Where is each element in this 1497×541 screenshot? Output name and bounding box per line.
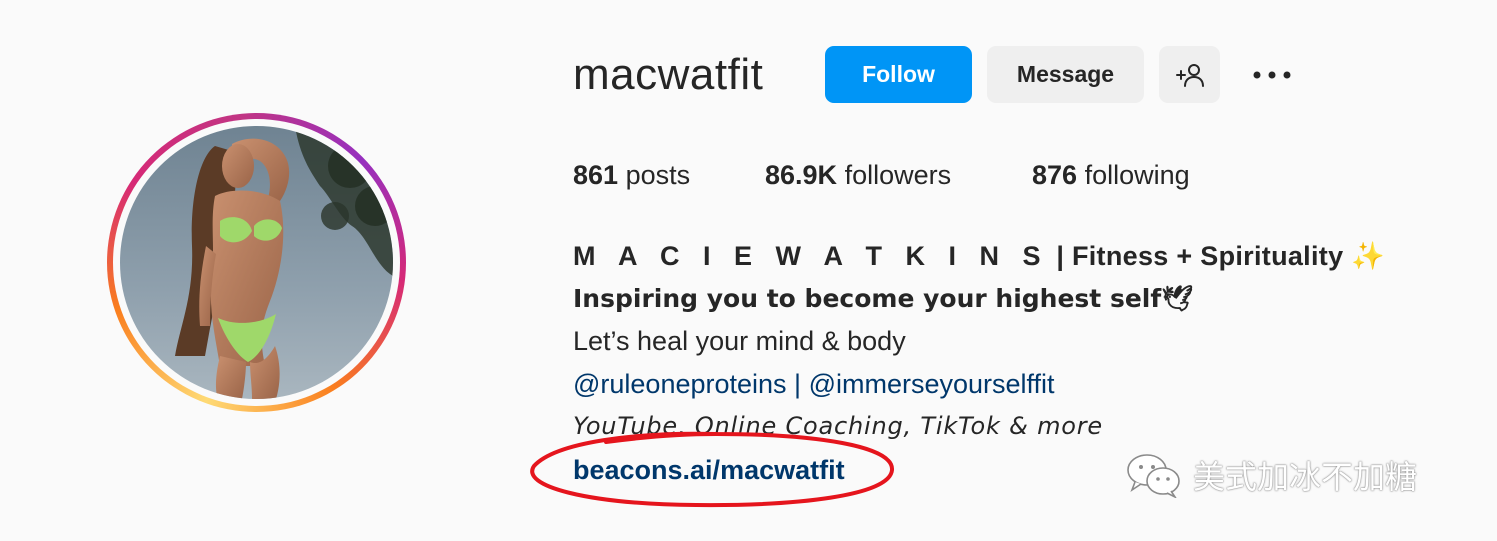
mention-link[interactable]: @immerseyourselffit [809, 369, 1055, 399]
add-user-icon [1175, 63, 1204, 87]
avatar[interactable] [120, 126, 393, 399]
story-ring[interactable] [107, 113, 406, 412]
mention-link[interactable]: @ruleoneproteins [573, 369, 787, 399]
avatar-gap [113, 119, 400, 406]
bio-name-rest: | Fitness + Spirituality ✨ [1056, 241, 1386, 271]
more-options-icon [1253, 71, 1291, 79]
following-stat[interactable]: 876 following [1032, 160, 1190, 191]
following-label: following [1084, 160, 1190, 190]
posts-stat: 861 posts [573, 160, 690, 191]
more-options-button[interactable] [1248, 58, 1296, 92]
follow-button[interactable]: Follow [825, 46, 972, 103]
watermark-text: 美式加冰不加糖 [1193, 458, 1418, 496]
message-button[interactable]: Message [987, 46, 1144, 103]
profile-username: macwatfit [573, 50, 764, 99]
bio-name: M A C I E W A T K I N S | Fitness + Spir… [573, 240, 1385, 272]
bio-text: Let’s heal your mind & body [573, 326, 906, 356]
profile-page: macwatfit Follow Message 861 posts 86.9K… [0, 0, 1497, 541]
bio-tagline: Inspiring you to become your highest sel… [573, 284, 1193, 313]
posts-label: posts [625, 160, 691, 190]
bio-name-spaced: M A C I E W A T K I N S [573, 241, 1049, 271]
followers-label: followers [844, 160, 952, 190]
bio-external-link[interactable]: beacons.ai/macwatfit [573, 455, 845, 486]
suggest-users-button[interactable] [1159, 46, 1220, 103]
followers-count: 86.9K [765, 160, 838, 190]
mention-separator: | [786, 369, 809, 399]
posts-count: 861 [573, 160, 619, 190]
bio-italic-text: YouTube, Online Coaching, TikTok & more [573, 412, 1103, 440]
watermark: 美式加冰不加糖 [1125, 452, 1417, 498]
bio-mentions: @ruleoneproteins | @immerseyourselffit [573, 369, 1055, 400]
following-count: 876 [1032, 160, 1078, 190]
followers-stat[interactable]: 86.9K followers [765, 160, 951, 191]
wechat-icon [1127, 454, 1180, 498]
